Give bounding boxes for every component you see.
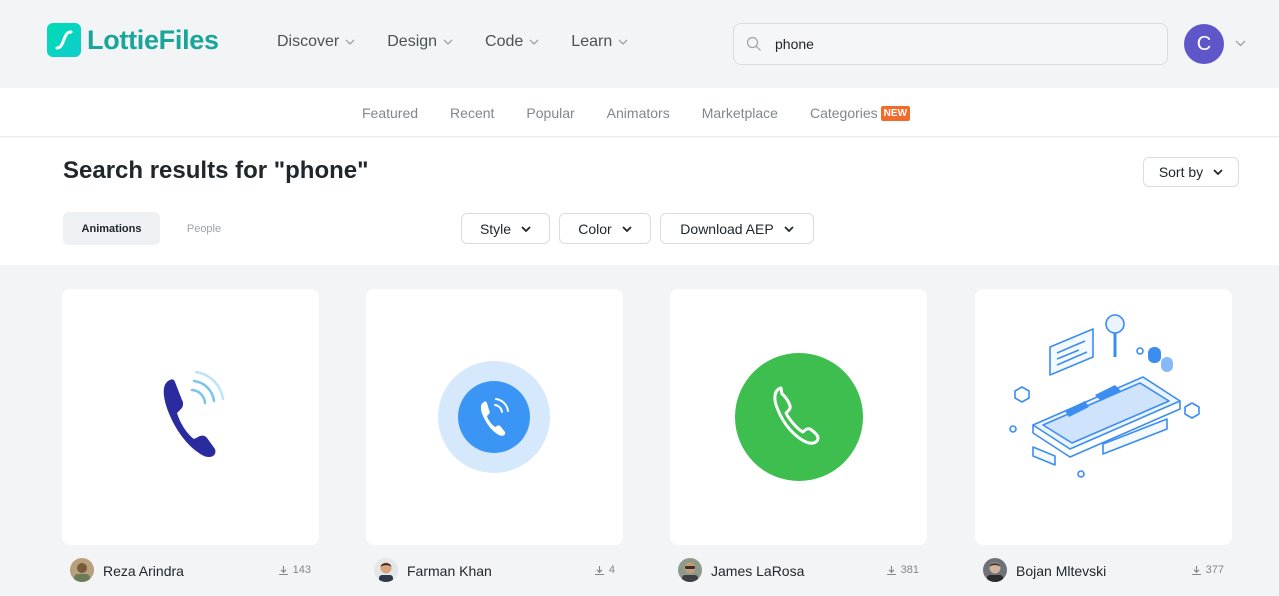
subnav-categories[interactable]: Categories NEW xyxy=(809,105,911,121)
download-count: 143 xyxy=(278,564,311,576)
download-count-value: 143 xyxy=(292,564,311,576)
card-meta: Bojan Mltevski 377 xyxy=(975,557,1232,583)
chevron-down-icon xyxy=(529,39,539,45)
download-count: 377 xyxy=(1191,564,1224,576)
subnav-marketplace[interactable]: Marketplace xyxy=(702,105,778,121)
chevron-down-icon xyxy=(345,39,355,45)
sub-nav: Featured Recent Popular Animators Market… xyxy=(0,88,1279,137)
chevron-down-icon xyxy=(443,39,453,45)
animation-card[interactable] xyxy=(366,289,623,545)
download-count-value: 377 xyxy=(1205,564,1224,576)
download-count: 381 xyxy=(886,564,919,576)
animation-card[interactable] xyxy=(975,289,1232,545)
animation-card[interactable] xyxy=(670,289,927,545)
download-icon xyxy=(278,565,288,575)
card-meta: James LaRosa 381 xyxy=(670,557,927,583)
subnav-recent[interactable]: Recent xyxy=(450,105,494,121)
download-count-value: 381 xyxy=(900,564,919,576)
author-name[interactable]: Farman Khan xyxy=(407,563,492,579)
chevron-down-icon xyxy=(784,225,794,232)
chevron-down-icon[interactable] xyxy=(1235,40,1246,47)
color-filter-label: Color xyxy=(578,220,612,237)
nav-learn-label: Learn xyxy=(571,33,613,50)
subnav-animators[interactable]: Animators xyxy=(607,105,670,121)
avatar[interactable] xyxy=(374,558,398,582)
top-header: LottieFiles Discover Design Code Learn C xyxy=(0,0,1279,88)
isometric-phone-repair-icon xyxy=(1009,314,1200,478)
user-avatar[interactable]: C xyxy=(1184,24,1224,64)
chevron-down-icon xyxy=(521,225,531,232)
results-header: Search results for "phone" Sort by Anima… xyxy=(0,138,1279,265)
author-name[interactable]: James LaRosa xyxy=(711,563,804,579)
avatar[interactable] xyxy=(70,558,94,582)
nav-design-label: Design xyxy=(387,33,438,50)
nav-discover-label: Discover xyxy=(277,33,340,50)
main-nav: Discover Design Code Learn xyxy=(277,33,660,51)
search-icon xyxy=(746,36,761,51)
subnav-categories-label: Categories xyxy=(809,105,878,121)
nav-design[interactable]: Design xyxy=(387,33,453,51)
logo-mark-icon xyxy=(47,23,81,57)
download-count-value: 4 xyxy=(608,564,615,576)
chevron-down-icon xyxy=(1213,169,1223,175)
download-icon xyxy=(594,565,604,575)
brand-name: LottieFiles xyxy=(87,24,219,55)
color-filter[interactable]: Color xyxy=(559,213,651,244)
nav-code[interactable]: Code xyxy=(485,33,539,51)
download-count: 4 xyxy=(594,564,615,576)
animation-card[interactable] xyxy=(62,289,319,545)
download-aep-filter[interactable]: Download AEP xyxy=(660,213,814,244)
download-aep-filter-label: Download AEP xyxy=(680,220,774,237)
phone-circle-blue-icon xyxy=(438,361,550,473)
download-icon xyxy=(886,565,896,575)
author-name[interactable]: Bojan Mltevski xyxy=(1016,563,1106,579)
search-input[interactable] xyxy=(775,36,1135,52)
chevron-down-icon xyxy=(622,225,632,232)
avatar[interactable] xyxy=(983,558,1007,582)
card-meta: Farman Khan 4 xyxy=(366,557,623,583)
nav-code-label: Code xyxy=(485,33,524,50)
page-title: Search results for "phone" xyxy=(63,157,369,184)
search-box[interactable] xyxy=(733,23,1168,65)
sort-by-dropdown[interactable]: Sort by xyxy=(1143,157,1239,187)
phone-ringing-icon xyxy=(163,370,225,458)
author-name[interactable]: Reza Arindra xyxy=(103,563,184,579)
avatar[interactable] xyxy=(678,558,702,582)
card-meta: Reza Arindra 143 xyxy=(62,557,319,583)
subnav-featured[interactable]: Featured xyxy=(362,105,418,121)
style-filter-label: Style xyxy=(479,220,512,237)
lottiefiles-logo[interactable]: LottieFiles xyxy=(47,23,219,57)
subnav-popular[interactable]: Popular xyxy=(526,105,574,121)
sort-by-label: Sort by xyxy=(1158,164,1204,180)
tab-animations[interactable]: Animations xyxy=(63,212,160,245)
phone-circle-green-icon xyxy=(735,353,863,481)
tab-people[interactable]: People xyxy=(171,212,237,245)
style-filter[interactable]: Style xyxy=(461,213,550,244)
chevron-down-icon xyxy=(618,39,628,45)
nav-discover[interactable]: Discover xyxy=(277,33,355,51)
new-badge: NEW xyxy=(880,106,911,121)
nav-learn[interactable]: Learn xyxy=(571,33,628,51)
download-icon xyxy=(1191,565,1201,575)
